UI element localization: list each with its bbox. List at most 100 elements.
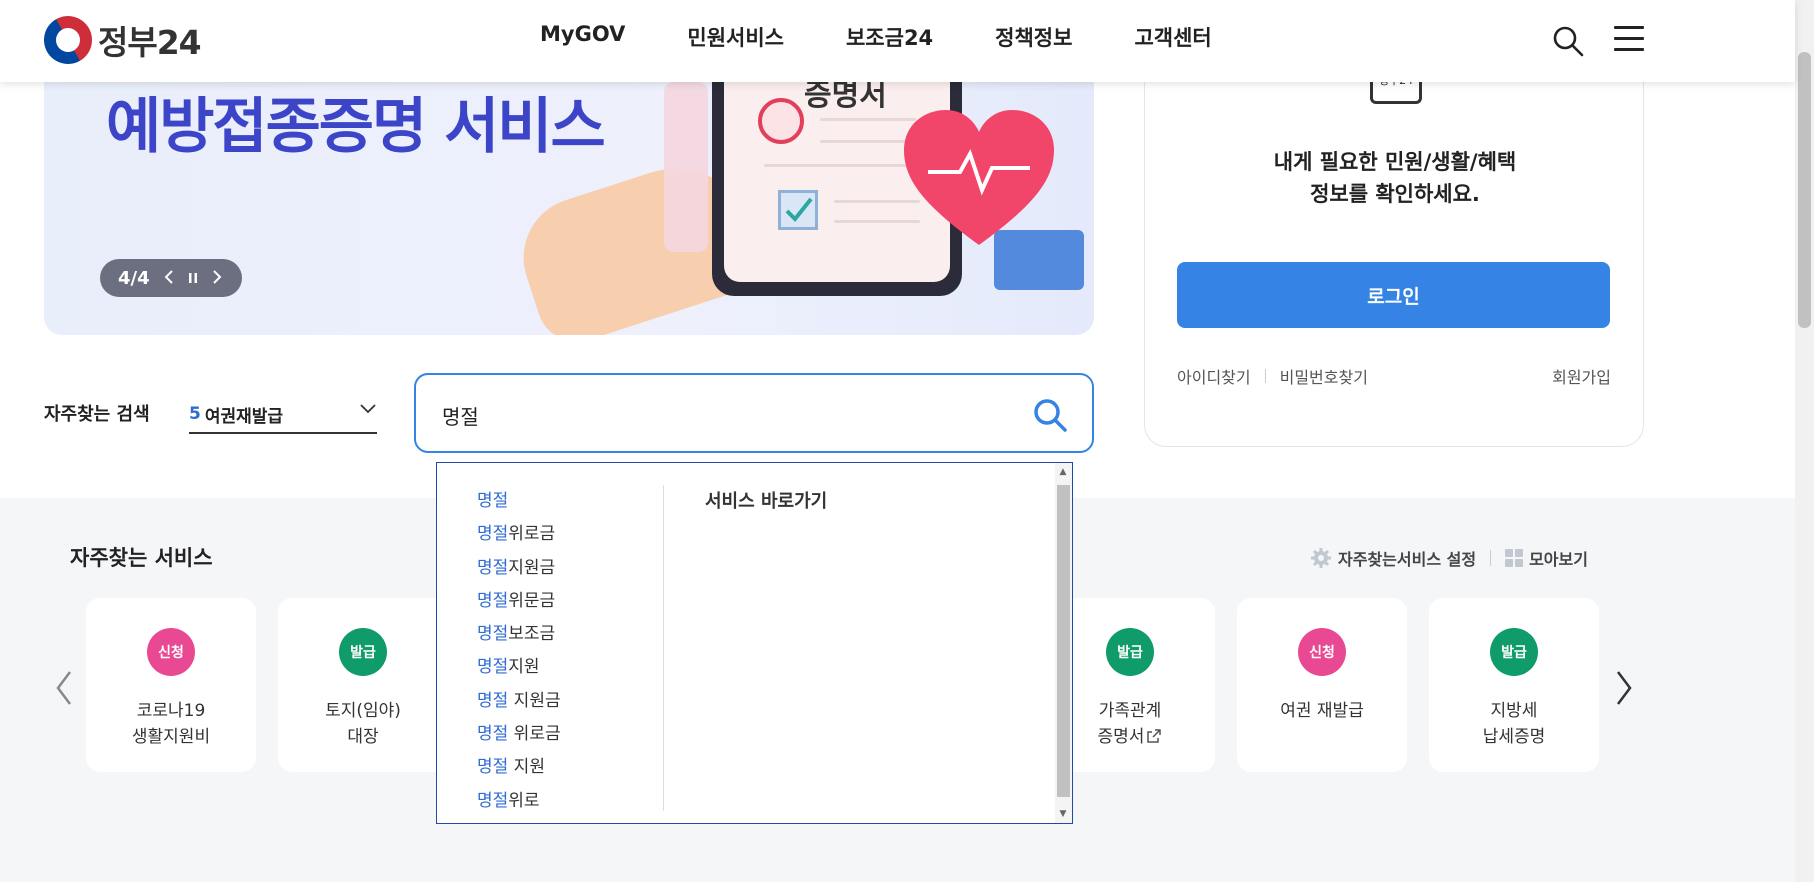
service-card[interactable]: 발급 토지(임야) 대장 bbox=[278, 598, 448, 772]
suggestion-item[interactable]: 명절위로 bbox=[477, 785, 637, 818]
suggestion-item[interactable]: 명절위로금 bbox=[477, 518, 637, 551]
login-message-line1: 내게 필요한 민원/생활/혜택 bbox=[1273, 150, 1517, 174]
suggestion-item[interactable]: 명절지원 bbox=[477, 651, 637, 684]
service-name-line1: 여권 재발급 bbox=[1280, 701, 1364, 721]
taegeuk-icon bbox=[35, 7, 101, 73]
banner-title: 예방접종증명 서비스 bbox=[106, 92, 606, 162]
login-message-line2: 정보를 확인하세요. bbox=[1310, 182, 1480, 206]
autocomplete-dropdown: 명절 명절위로금 명절지원금 명절위문금 명절보조금 명절지원 명절 지원금 명… bbox=[436, 462, 1073, 824]
nav-item-subsidy24[interactable]: 보조금24 bbox=[846, 22, 933, 52]
suggestion-match: 명절 bbox=[477, 491, 509, 511]
syringe-illustration bbox=[664, 82, 708, 252]
divider bbox=[1264, 369, 1266, 383]
service-shortcut-title: 서비스 바로가기 bbox=[705, 491, 828, 512]
find-password-link[interactable]: 비밀번호찾기 bbox=[1280, 364, 1368, 388]
search-icon[interactable] bbox=[1032, 397, 1068, 433]
suggestion-match: 명절 bbox=[477, 690, 509, 711]
suggestion-rest: 지원금 bbox=[508, 690, 561, 711]
issue-badge: 발급 bbox=[1490, 628, 1538, 676]
suggestion-item[interactable]: 명절 지원금 bbox=[477, 685, 637, 718]
dropdown-scrollbar[interactable]: ▲ ▼ bbox=[1055, 463, 1072, 823]
main-nav: MyGOV 민원서비스 보조금24 정책정보 고객센터 bbox=[540, 22, 1274, 52]
issue-badge: 발급 bbox=[1106, 628, 1154, 676]
nav-item-mygov[interactable]: MyGOV bbox=[540, 22, 625, 52]
next-slide-button[interactable] bbox=[212, 268, 222, 289]
suggestion-match: 명절 bbox=[477, 790, 509, 811]
heart-icon bbox=[904, 110, 1054, 245]
service-name-line2: 생활지원비 bbox=[131, 727, 211, 747]
next-arrow-icon[interactable] bbox=[1612, 668, 1636, 708]
service-name-line2-text: 증명서 bbox=[1097, 727, 1145, 747]
suggestion-item[interactable]: 명절지원금 bbox=[477, 552, 637, 585]
service-card-label: 여권 재발급 bbox=[1237, 698, 1407, 724]
search-box bbox=[414, 373, 1094, 453]
search-icon[interactable] bbox=[1551, 24, 1585, 58]
apply-badge: 신청 bbox=[147, 628, 195, 676]
suggestion-item[interactable]: 명절 위로금 bbox=[477, 718, 637, 751]
service-name-line2: 납세증명 bbox=[1482, 727, 1546, 747]
service-name-line2: 대장 bbox=[347, 727, 379, 747]
scroll-thumb[interactable] bbox=[1057, 485, 1070, 797]
prev-arrow-icon[interactable] bbox=[52, 668, 76, 708]
service-settings-link[interactable]: 자주찾는서비스 설정 bbox=[1338, 546, 1476, 570]
suggestion-match: 명절 bbox=[477, 657, 509, 678]
search-input[interactable] bbox=[440, 399, 1000, 431]
suggestion-rest: 위로금 bbox=[508, 724, 561, 745]
main-banner[interactable]: 예방접종증명 서비스 증명서 4/4 bbox=[44, 50, 1094, 335]
suggestion-item[interactable]: 명절위문금 bbox=[477, 585, 637, 618]
service-card[interactable]: 발급 지방세 납세증명 bbox=[1429, 598, 1599, 772]
pause-button[interactable] bbox=[188, 268, 198, 289]
page-scroll-thumb[interactable] bbox=[1798, 52, 1811, 328]
suggestion-match: 명절 bbox=[477, 757, 509, 778]
service-name-line1: 지방세 bbox=[1490, 701, 1538, 721]
login-button[interactable]: 로그인 bbox=[1177, 262, 1610, 328]
hamburger-menu-icon[interactable] bbox=[1614, 26, 1644, 54]
suggestion-item[interactable]: 명절 지원 bbox=[477, 751, 637, 784]
issue-badge: 발급 bbox=[339, 628, 387, 676]
signup-link[interactable]: 회원가입 bbox=[1552, 364, 1611, 388]
suggestion-item[interactable]: 명절 bbox=[477, 485, 637, 518]
view-all-link[interactable]: 모아보기 bbox=[1529, 546, 1588, 570]
nav-item-customer-center[interactable]: 고객센터 bbox=[1134, 22, 1211, 52]
grid-icon bbox=[1505, 549, 1524, 567]
scroll-down-icon[interactable]: ▼ bbox=[1058, 809, 1068, 819]
service-card-label: 토지(임야) 대장 bbox=[278, 698, 448, 750]
suggestion-list: 명절 명절위로금 명절지원금 명절위문금 명절보조금 명절지원 명절 지원금 명… bbox=[477, 485, 637, 818]
suggestion-match: 명절 bbox=[477, 724, 509, 745]
suggestion-rest: 위문금 bbox=[508, 590, 556, 611]
apply-badge: 신청 bbox=[1298, 628, 1346, 676]
suggestion-match: 명절 bbox=[477, 624, 509, 645]
suggestion-item[interactable]: 명절보조금 bbox=[477, 618, 637, 651]
section-title: 자주찾는 서비스 bbox=[70, 546, 213, 570]
logo[interactable]: 정부24 bbox=[35, 7, 202, 73]
prev-slide-button[interactable] bbox=[164, 268, 174, 289]
scroll-up-icon[interactable]: ▲ bbox=[1058, 467, 1068, 477]
frequent-search-select[interactable]: 5 여권재발급 bbox=[189, 396, 377, 434]
divider bbox=[1490, 550, 1492, 566]
no-virus-icon bbox=[758, 98, 804, 144]
service-name-line1: 토지(임야) bbox=[325, 701, 401, 721]
find-id-link[interactable]: 아이디찾기 bbox=[1177, 364, 1251, 388]
banner-pager: 4/4 bbox=[100, 259, 242, 297]
nav-item-policy-info[interactable]: 정책정보 bbox=[995, 22, 1072, 52]
service-name-line1: 코로나19 bbox=[136, 701, 206, 721]
chevron-down-icon bbox=[360, 404, 376, 414]
nav-item-civil-services[interactable]: 민원서비스 bbox=[687, 22, 784, 52]
suggestion-rest: 지원 bbox=[508, 657, 540, 678]
service-card-label: 코로나19 생활지원비 bbox=[86, 698, 256, 750]
page-scrollbar[interactable] bbox=[1795, 0, 1814, 882]
banner-page-indicator: 4/4 bbox=[118, 267, 150, 289]
suggestion-match: 명절 bbox=[477, 524, 509, 545]
frequent-search-keyword: 여권재발급 bbox=[204, 406, 284, 427]
gear-icon bbox=[1311, 548, 1331, 568]
frequent-search-label: 자주찾는 검색 bbox=[44, 404, 150, 425]
suggestion-rest: 보조금 bbox=[508, 624, 556, 645]
suggestion-rest: 지원 bbox=[508, 757, 545, 778]
logo-text: 정부24 bbox=[98, 23, 202, 62]
service-card[interactable]: 신청 코로나19 생활지원비 bbox=[86, 598, 256, 772]
site-header: 정부24 MyGOV 민원서비스 보조금24 정책정보 고객센터 bbox=[0, 0, 1795, 82]
login-message: 내게 필요한 민원/생활/혜택 정보를 확인하세요. bbox=[1145, 146, 1645, 210]
suggestion-rest: 위로 bbox=[508, 790, 540, 811]
service-card[interactable]: 신청 여권 재발급 bbox=[1237, 598, 1407, 772]
external-link-icon bbox=[1147, 729, 1162, 743]
